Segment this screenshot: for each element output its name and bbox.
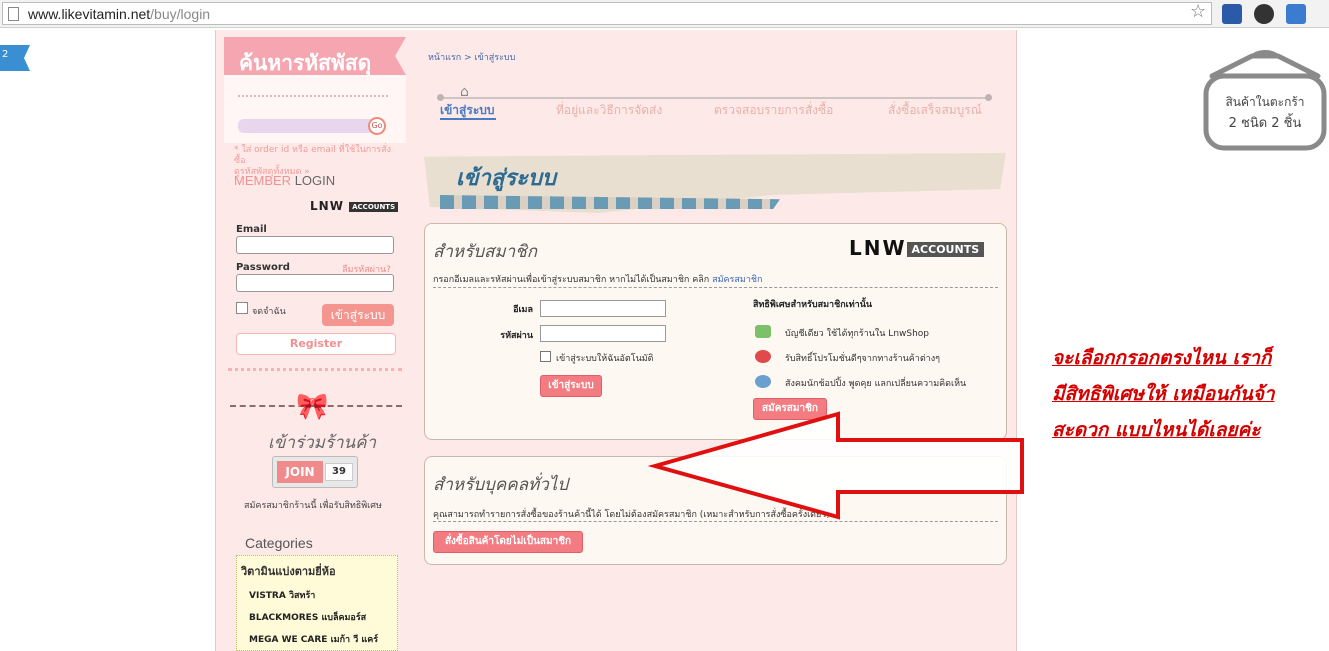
divider	[433, 287, 998, 288]
extension-1-icon[interactable]	[1222, 4, 1242, 24]
password-label: Password	[236, 262, 290, 273]
browser-toolbar: www.likevitamin.net/buy/login ☆	[0, 0, 1329, 28]
member-password-input[interactable]	[540, 325, 666, 342]
sidebar: ค้นหารหัสพัสดุ Go * ใส่ order id หรือ em…	[224, 37, 406, 651]
address-bar[interactable]: www.likevitamin.net/buy/login	[2, 2, 1212, 25]
guest-checkout-panel: สำหรับบุคคลทั่วไป คุณสามารถทำรายการสั่งซ…	[424, 456, 1007, 565]
categories-box: วิตามินแบ่งตามยี่ห้อ VISTRA วิสทร้า BLAC…	[236, 555, 398, 651]
sidebar-register-button[interactable]: Register	[236, 333, 396, 355]
step-dot	[985, 94, 992, 101]
perk-item: สังคมนักช้อปปิ้ง พูดคุย แลกเปลี่ยนความคิ…	[785, 379, 967, 389]
active-step-underline	[440, 118, 496, 120]
register-link[interactable]: สมัครสมาชิก	[712, 275, 762, 285]
tracking-input[interactable]	[238, 119, 378, 133]
annotation-text: จะเลือกกรอกตรงไหน เราก็มีสิทธิพิเศษให้ เ…	[1052, 347, 1275, 441]
category-item[interactable]: VISTRA วิสทร้า	[249, 588, 315, 602]
join-label: JOIN	[277, 461, 323, 483]
divider	[433, 521, 998, 522]
page-icon	[8, 7, 19, 21]
step-shipping: ที่อยู่และวิธีการจัดส่ง	[556, 103, 663, 117]
divider	[228, 368, 402, 371]
category-item[interactable]: MEGA WE CARE เมก้า วี แคร์	[249, 632, 378, 646]
edge-badge[interactable]: 2	[0, 45, 30, 71]
email-label: อีเมล	[513, 305, 533, 315]
member-email-input[interactable]	[540, 300, 666, 317]
tracking-header: ค้นหารหัสพัสดุ	[224, 37, 406, 75]
basket-icon	[755, 325, 771, 338]
member-panel-description: กรอกอีเมลและรหัสผ่านเพื่อเข้าสู่ระบบสมาช…	[433, 275, 763, 285]
member-register-button[interactable]: สมัครสมาชิก	[753, 398, 827, 420]
categories-title: Categories	[245, 535, 313, 551]
tracking-go-button[interactable]: Go	[368, 117, 386, 135]
sidebar-password-input[interactable]	[236, 274, 394, 292]
checkout-progress-line	[440, 97, 990, 99]
step-dot	[437, 94, 444, 101]
page-title: เข้าสู่ระบบ	[456, 165, 556, 191]
remember-me-label: จดจำฉัน	[252, 307, 286, 317]
join-note: สมัครสมาชิกร้านนี้ เพื่อรับสิทธิพิเศษ	[244, 501, 382, 511]
email-label: Email	[236, 224, 267, 235]
perks-heading: สิทธิพิเศษสำหรับสมาชิกเท่านั้น	[753, 300, 873, 310]
guest-panel-title: สำหรับบุคคลทั่วไป	[433, 475, 569, 495]
step-review: ตรวจสอบรายการสั่งซื้อ	[714, 103, 834, 117]
cart-count-value: 2 ชนิด 2 ชิ้น	[1229, 113, 1302, 131]
extension-3-icon[interactable]	[1286, 4, 1306, 24]
member-panel-title: สำหรับสมาชิก	[433, 242, 538, 262]
category-item[interactable]: BLACKMORES แบล็คมอร์ส	[249, 610, 366, 624]
auto-login-label: เข้าสู่ระบบให้ฉันอัตโนมัติ	[556, 354, 654, 364]
step-complete: สั่งซื้อเสร็จสมบูรณ์	[888, 103, 982, 117]
cart-count-label: สินค้าในตะกร้า	[1225, 95, 1304, 109]
guest-panel-description: คุณสามารถทำรายการสั่งซื้อของร้านค้านี้ได…	[433, 510, 830, 520]
tag-icon	[755, 350, 771, 363]
sidebar-login-button[interactable]: เข้าสู่ระบบ	[322, 304, 394, 326]
cart-widget[interactable]: สินค้าในตะกร้า 2 ชนิด 2 ชิ้น	[1202, 46, 1328, 156]
sidebar-email-input[interactable]	[236, 236, 394, 254]
url-text[interactable]: www.likevitamin.net/buy/login	[28, 6, 210, 22]
perk-item: รับสิทธิ์โปรโมชั่นดีๆจากทางร้านค้าต่างๆ	[785, 354, 940, 364]
chat-icon	[755, 375, 771, 388]
extension-2-icon[interactable]	[1254, 4, 1274, 24]
join-count: 39	[325, 463, 353, 481]
join-store-button[interactable]: JOIN 39	[272, 456, 358, 488]
auto-login-checkbox[interactable]	[540, 351, 551, 362]
guest-checkout-button[interactable]: สั่งซื้อสินค้าโดยไม่เป็นสมาชิก	[433, 531, 583, 553]
lnw-accounts-logo: LNW ACCOUNTS	[849, 236, 985, 260]
divider	[238, 95, 388, 97]
ribbon-bow-icon: 🎀	[296, 392, 329, 422]
bookmark-star-icon[interactable]: ☆	[1190, 1, 1206, 22]
member-login-button[interactable]: เข้าสู่ระบบ	[540, 375, 602, 397]
breadcrumb[interactable]: หน้าแรก > เข้าสู่ระบบ	[428, 50, 515, 64]
member-login-heading: MEMBER LOGIN	[234, 173, 336, 188]
member-login-panel: สำหรับสมาชิก LNW ACCOUNTS กรอกอีเมลและรหั…	[424, 223, 1007, 440]
perk-item: บัญชีเดียว ใช้ได้ทุกร้านใน LnwShop	[785, 329, 930, 339]
lnw-accounts-logo: LNW ACCOUNTS	[310, 199, 399, 213]
join-store-title: เข้าร่วมร้านค้า	[268, 433, 377, 453]
home-icon: ⌂	[460, 84, 469, 100]
remember-me-checkbox[interactable]	[236, 302, 248, 314]
password-label: รหัสผ่าน	[500, 331, 533, 341]
category-group-heading: วิตามินแบ่งตามยี่ห้อ	[241, 565, 336, 578]
